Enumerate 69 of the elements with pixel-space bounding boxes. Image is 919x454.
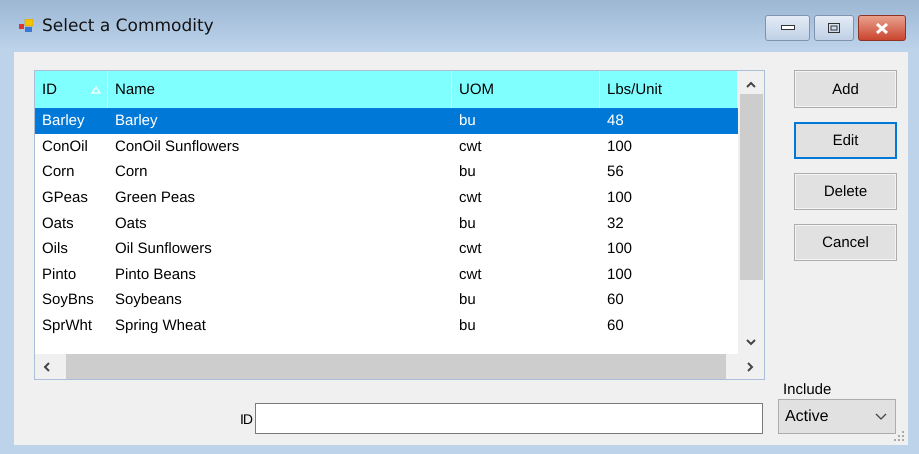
vertical-scrollbar[interactable] [738,71,764,354]
table-cell-text: Oats [114,214,148,232]
table-cell-text: 100 [606,266,634,283]
table-row[interactable]: GPeas Green Peas cwt 100 [35,184,738,210]
table-cell-text: 56 [606,163,625,180]
table-cell-text: Oils [41,240,69,258]
dialog-button[interactable]: Cancel [794,224,897,261]
table-cell-text: Oats [41,214,75,232]
scroll-up-icon[interactable] [746,81,756,89]
scroll-left-icon[interactable] [43,362,51,372]
table-cell-text: ConOil [41,138,89,155]
table-cell-text: GPeas [41,189,89,206]
table-cell-text: SoyBns [41,291,95,308]
maximize-icon [828,23,840,33]
table-cell-text: ConOil Sunflowers [114,138,240,155]
table-cell-text: Oil Sunflowers [114,240,213,258]
dialog-button[interactable]: Edit [794,122,897,159]
table-row[interactable]: SoyBns Soybeans bu 60 [35,287,738,313]
table-row[interactable]: ConOil ConOil Sunflowers cwt 100 [35,134,738,160]
window-title: Select a Commodity [42,16,214,36]
table-cell-text: Corn [114,163,149,180]
dialog-button[interactable]: Delete [794,173,897,210]
table-cell-text: 100 [606,240,634,258]
table-cell-text: 60 [606,291,625,308]
table-cell-text: 60 [606,317,625,334]
scroll-right-icon[interactable] [746,362,754,372]
table-cell-text: Pinto Beans [114,266,197,283]
table-cell-text: 100 [606,138,634,155]
table-cell-text: 100 [606,189,634,206]
table-cell-text: Spring Wheat [114,317,207,334]
close-icon [875,22,889,34]
include-dropdown[interactable]: Active [778,399,896,434]
app-icon [19,19,33,33]
table-cell-text: cwt [458,266,482,283]
id-input-field[interactable] [255,403,763,434]
table-cell-text: 48 [606,112,625,130]
table-row[interactable]: Pinto Pinto Beans cwt 100 [35,262,738,288]
table-cell-text: SprWht [41,317,94,334]
table-cell-text: bu [458,291,477,308]
id-label: ID [240,411,252,427]
table-row[interactable]: Oats Oats bu 32 [35,210,738,236]
table-cell-text: bu [458,214,477,232]
table-cell-text: Barley [114,112,159,130]
table-row[interactable]: Oils Oil Sunflowers cwt 100 [35,236,738,262]
table-row[interactable]: Barley Barley bu 48 [35,108,738,134]
table-cell-text: Green Peas [114,189,196,206]
scroll-down-icon[interactable] [746,338,756,346]
include-label: Include [783,381,832,398]
table-cell-text: Soybeans [114,291,183,308]
minimize-icon [780,25,794,31]
table-cell-text: bu [458,163,477,180]
table-cell-text: cwt [458,189,482,206]
table-cell-text: cwt [458,240,482,258]
table-cell-text: bu [458,112,477,130]
table-cell-text: bu [458,317,477,334]
minimize-button[interactable] [765,15,810,41]
table-cell-text: 32 [606,214,625,232]
table-cell-text: Corn [41,163,76,180]
maximize-button[interactable] [814,15,854,41]
dialog-button[interactable]: Add [794,70,897,108]
horizontal-scrollbar[interactable] [35,354,764,379]
table-cell-text: cwt [458,138,482,155]
table-cell-text: Barley [41,112,86,130]
table-row[interactable]: SprWht Spring Wheat bu 60 [35,312,738,338]
table-cell-text: Pinto [41,266,78,283]
table-row[interactable]: Corn Corn bu 56 [35,159,738,185]
resize-grip-icon[interactable] [894,431,904,441]
chevron-down-icon [875,412,887,420]
close-button[interactable] [858,15,906,41]
